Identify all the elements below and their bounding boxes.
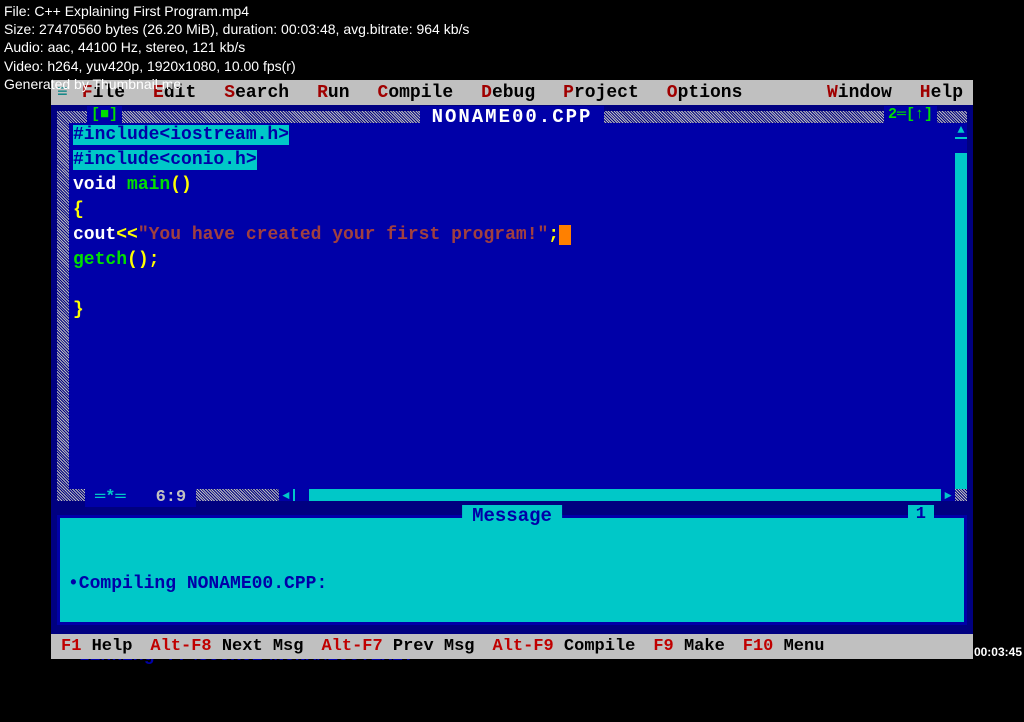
cursor-position: 6:9 <box>156 488 187 507</box>
status-bar: F1 Help Alt-F8 Next Msg Alt-F7 Prev Msg … <box>51 634 973 659</box>
ide-window: ≡ File Edit Search Run Compile Debug Pro… <box>51 80 973 659</box>
horizontal-scrollbar[interactable]: ◄ ► <box>279 489 955 501</box>
hscroll-thumb[interactable] <box>295 489 309 501</box>
message-window: Message 1 •Compiling NONAME00.CPP: Linki… <box>57 515 967 625</box>
code-line-3: void main() <box>73 173 951 198</box>
status-altf9-compile[interactable]: Alt-F9 Compile <box>493 637 636 656</box>
status-altf8-nextmsg[interactable]: Alt-F8 Next Msg <box>150 637 303 656</box>
overlay-video: Video: h264, yuv420p, 1920x1080, 10.00 f… <box>4 57 469 75</box>
code-line-8: } <box>73 298 951 323</box>
code-line-4: { <box>73 198 951 223</box>
overlay-file: File: C++ Explaining First Program.mp4 <box>4 2 469 20</box>
status-f9-make[interactable]: F9 Make <box>653 637 724 656</box>
menu-debug[interactable]: Debug <box>481 83 535 103</box>
status-altf7-prevmsg[interactable]: Alt-F7 Prev Msg <box>321 637 474 656</box>
overlay-generator: Generated by Thumbnail me <box>4 75 469 93</box>
overlay-audio: Audio: aac, 44100 Hz, stereo, 121 kb/s <box>4 38 469 56</box>
vertical-scrollbar[interactable]: ▲ <box>955 123 967 489</box>
scroll-left-arrow-icon[interactable]: ◄ <box>279 489 293 501</box>
editor-window: [■] NONAME00.CPP 2═[↑] #include<iostream… <box>57 111 967 501</box>
scroll-up-arrow-icon[interactable]: ▲ <box>955 123 967 137</box>
status-f10-menu[interactable]: F10 Menu <box>743 637 825 656</box>
scroll-right-arrow-icon[interactable]: ► <box>941 489 955 501</box>
video-metadata-overlay: File: C++ Explaining First Program.mp4 S… <box>0 0 473 95</box>
menu-project[interactable]: Project <box>563 83 639 103</box>
message-window-number: 1 <box>908 505 934 524</box>
overlay-size: Size: 27470560 bytes (26.20 MiB), durati… <box>4 20 469 38</box>
code-include-2: #include<conio.h> <box>73 150 257 170</box>
vscroll-thumb[interactable] <box>955 139 967 153</box>
text-cursor <box>559 225 571 245</box>
message-content[interactable]: •Compiling NONAME00.CPP: Linking ..\SOUR… <box>60 518 964 722</box>
video-timestamp: 00:03:45 <box>974 645 1022 659</box>
window-number-zoom-icon[interactable]: 2═[↑] <box>884 106 937 123</box>
code-editor-area[interactable]: #include<iostream.h> #include<conio.h> v… <box>69 123 955 489</box>
message-line-1: •Compiling NONAME00.CPP: <box>68 572 956 596</box>
message-window-title: Message <box>462 505 562 527</box>
status-f1-help[interactable]: F1 Help <box>61 637 132 656</box>
editor-status-pos: ═*═ 6:9 <box>85 488 196 507</box>
code-include-1: #include<iostream.h> <box>73 125 289 145</box>
menu-window[interactable]: Window <box>827 83 892 103</box>
modified-marker: ═*═ <box>95 488 126 507</box>
menu-help[interactable]: Help <box>920 83 963 103</box>
menu-options[interactable]: Options <box>667 83 743 103</box>
code-line-5: cout<<"You have created your first progr… <box>73 223 951 248</box>
code-line-6: getch(); <box>73 248 951 273</box>
